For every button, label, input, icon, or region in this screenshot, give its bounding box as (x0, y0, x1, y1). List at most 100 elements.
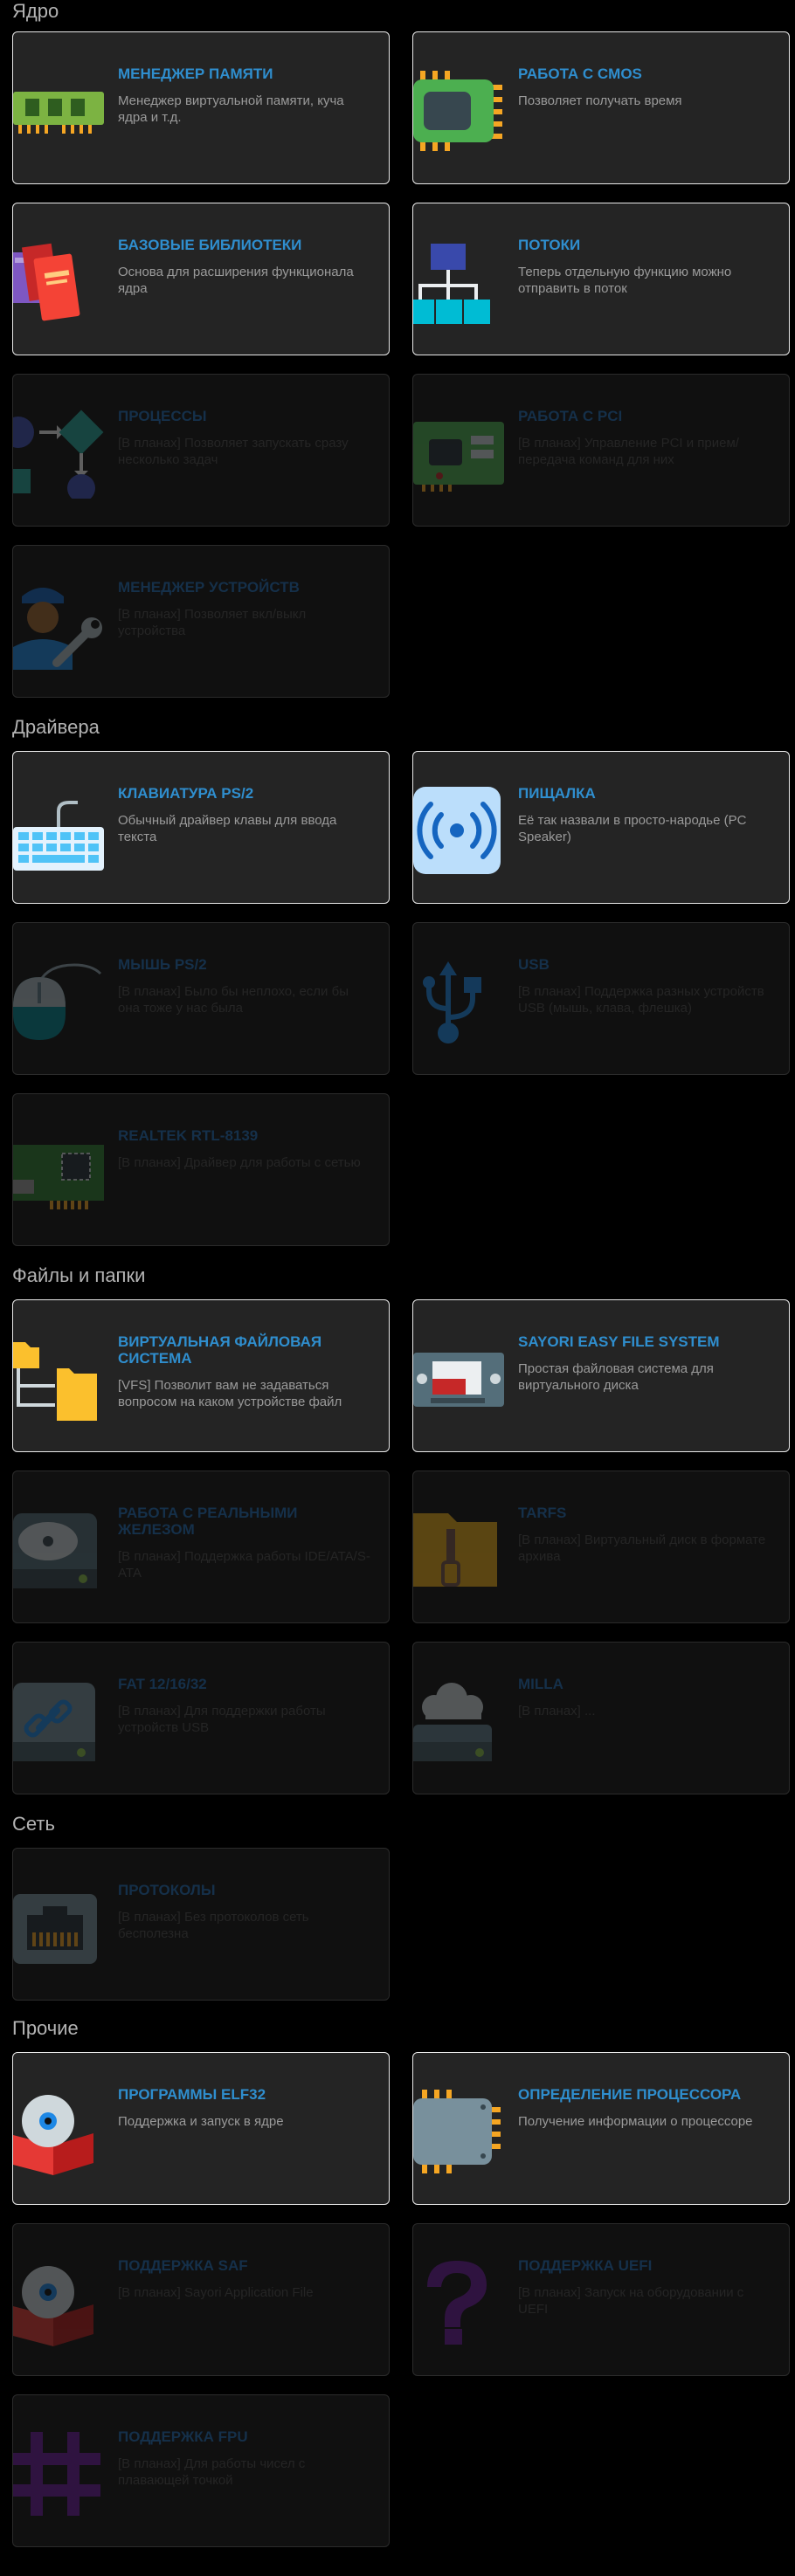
feature-description: Обычный драйвер клавы для ввода текста (118, 813, 337, 844)
feature-card[interactable]: Протоколы [В планах] Без протоколов сеть … (12, 1848, 390, 2001)
feature-title: Поддержка FPU (118, 2428, 248, 2445)
disc-box-icon (13, 2086, 104, 2177)
feature-title: Определение процессора (518, 2086, 742, 2103)
drive-link-icon (13, 1676, 104, 1767)
feature-card[interactable]: Milla [В планах] ... (412, 1642, 790, 1794)
feature-card[interactable]: Программы ELF32 Поддержка и запуск в ядре (12, 2052, 390, 2205)
feature-description: Поддержка и запуск в ядре (118, 2114, 284, 2129)
feature-description: Теперь отдельную функцию можно отправить… (518, 265, 732, 296)
feature-card[interactable]: Работа с CMOS Позволяет получать время (412, 31, 790, 184)
section-title-drivers: Драйвера (12, 716, 100, 738)
question-icon (413, 2257, 504, 2348)
cassette-icon (413, 1333, 504, 1424)
hash-icon (13, 2428, 104, 2519)
pci-card-icon (413, 408, 504, 499)
feature-title: Мышь PS/2 (118, 956, 207, 973)
feature-description: Простая файловая система для виртуальног… (518, 1361, 714, 1393)
usb-icon (413, 956, 504, 1047)
section-title-files: Файлы и папки (12, 1264, 146, 1286)
feature-description: [В планах] Для работы чисел с плавающей … (118, 2456, 306, 2488)
feature-card[interactable]: Пищалка Её так назвали в просто-народье (… (412, 751, 790, 904)
mouse-icon (13, 956, 104, 1047)
feature-title: Пищалка (518, 785, 596, 802)
feature-description: [VFS] Позволит вам не задаваться вопросо… (118, 1378, 342, 1409)
feature-description: [В планах] Позволяет вкл/выкл устройства (118, 607, 307, 638)
feature-title: Realtek RTL-8139 (118, 1127, 259, 1144)
feature-title: Sayori Easy File System (518, 1333, 720, 1350)
feature-card[interactable]: FAT 12/16/32 [В планах] Для поддержки раб… (12, 1642, 390, 1794)
feature-card[interactable]: Поддержка FPU [В планах] Для работы чисел… (12, 2394, 390, 2547)
feature-description: [В планах] Без протоколов сеть бесполезн… (118, 1910, 309, 1941)
feature-card[interactable]: Работа с реальными железом [В планах] Под… (12, 1471, 390, 1623)
feature-title: Процессы (118, 408, 207, 424)
disc-box-icon (13, 2257, 104, 2348)
feature-card[interactable]: Работа с PCI [В планах] Управление PCI и … (412, 374, 790, 527)
feature-card[interactable]: Определение процессора Получение информац… (412, 2052, 790, 2205)
flowchart-icon (13, 408, 104, 499)
section-title-network: Сеть (12, 1813, 55, 1835)
feature-description: [В планах] Sayori Application File (118, 2285, 314, 2300)
feature-card[interactable]: Поддержка SAF [В планах] Sayori Applicati… (12, 2223, 390, 2376)
feature-card[interactable]: Процессы [В планах] Позволяет запускать с… (12, 374, 390, 527)
cpu-icon (413, 2086, 504, 2177)
network-card-icon (13, 1127, 104, 1218)
feature-description: [В планах] Управление PCI и прием/переда… (518, 436, 739, 467)
feature-description: [В планах] Для поддержки работы устройст… (118, 1704, 326, 1735)
feature-description: Основа для расширения функционала ядра (118, 265, 354, 296)
feature-title: Поддержка SAF (118, 2257, 248, 2274)
feature-card[interactable]: Менеджер устройств [В планах] Позволяет в… (12, 545, 390, 698)
feature-card[interactable]: Базовые библиотеки Основа для расширения … (12, 203, 390, 355)
hierarchy-icon (413, 237, 504, 327)
feature-card[interactable]: Поддержка UEFI [В планах] Запуск на обору… (412, 2223, 790, 2376)
feature-title: Программы ELF32 (118, 2086, 266, 2103)
feature-card[interactable]: Виртуальная файловая система [VFS] Позвол… (12, 1299, 390, 1452)
feature-card[interactable]: Клавиатура PS/2 Обычный драйвер клавы для… (12, 751, 390, 904)
cloud-drive-icon (413, 1676, 504, 1767)
feature-description: [В планах] Было бы неплохо, если бы она … (118, 984, 349, 1016)
feature-title: Базовые библиотеки (118, 237, 302, 253)
feature-card[interactable]: Менеджер памяти Менеджер виртуальной памя… (12, 31, 390, 184)
feature-title: Протоколы (118, 1882, 216, 1898)
feature-title: TarFS (518, 1505, 567, 1521)
folders-icon (13, 1333, 104, 1424)
feature-description: [В планах] Поддержка работы IDE/ATA/S-AT… (118, 1549, 370, 1581)
feature-card[interactable]: Потоки Теперь отдельную функцию можно отп… (412, 203, 790, 355)
feature-card[interactable]: Realtek RTL-8139 [В планах] Драйвер для р… (12, 1093, 390, 1246)
feature-description: [В планах] Позволяет запускать сразу нес… (118, 436, 349, 467)
feature-title: Менеджер памяти (118, 65, 273, 82)
archive-icon (413, 1505, 504, 1595)
feature-card[interactable]: Мышь PS/2 [В планах] Было бы неплохо, есл… (12, 922, 390, 1075)
hdd-icon (13, 1505, 104, 1595)
feature-description: [В планах] Поддержка разных устройств US… (518, 984, 764, 1016)
feature-card[interactable]: TarFS [В планах] Виртуальный диск в форма… (412, 1471, 790, 1623)
books-icon (13, 237, 104, 327)
feature-description: [В планах] Драйвер для работы с сетью (118, 1155, 361, 1170)
feature-description: [В планах] Виртуальный диск в формате ар… (518, 1533, 766, 1564)
feature-description: Получение информации о процессоре (518, 2114, 753, 2129)
feature-title: USB (518, 956, 550, 973)
ram-icon (13, 65, 104, 156)
feature-card[interactable]: USB [В планах] Поддержка разных устройств… (412, 922, 790, 1075)
feature-title: Поддержка UEFI (518, 2257, 653, 2274)
feature-title: Клавиатура PS/2 (118, 785, 254, 802)
feature-description: [В планах] Запуск на оборудовании с UEFI (518, 2285, 744, 2317)
chip-icon (413, 65, 504, 156)
ethernet-icon (13, 1882, 104, 1973)
feature-card[interactable]: Sayori Easy File System Простая файловая … (412, 1299, 790, 1452)
speaker-icon (413, 785, 504, 876)
feature-title: Менеджер устройств (118, 579, 300, 596)
feature-description: Её так назвали в просто-народье (PC Spea… (518, 813, 747, 844)
mechanic-icon (13, 579, 104, 670)
feature-title: Работа с CMOS (518, 65, 642, 82)
feature-title: Milla (518, 1676, 563, 1692)
section-title-kernel: Ядро (12, 0, 59, 22)
feature-title: FAT 12/16/32 (118, 1676, 207, 1692)
feature-description: Менеджер виртуальной памяти, куча ядра и… (118, 93, 344, 125)
feature-title: Работа с PCI (518, 408, 623, 424)
feature-description: [В планах] ... (518, 1704, 596, 1718)
feature-title: Потоки (518, 237, 581, 253)
feature-description: Позволяет получать время (518, 93, 682, 108)
feature-title: Виртуальная файловая система (118, 1333, 322, 1367)
section-title-misc: Прочие (12, 2017, 79, 2039)
keyboard-icon (13, 785, 104, 876)
